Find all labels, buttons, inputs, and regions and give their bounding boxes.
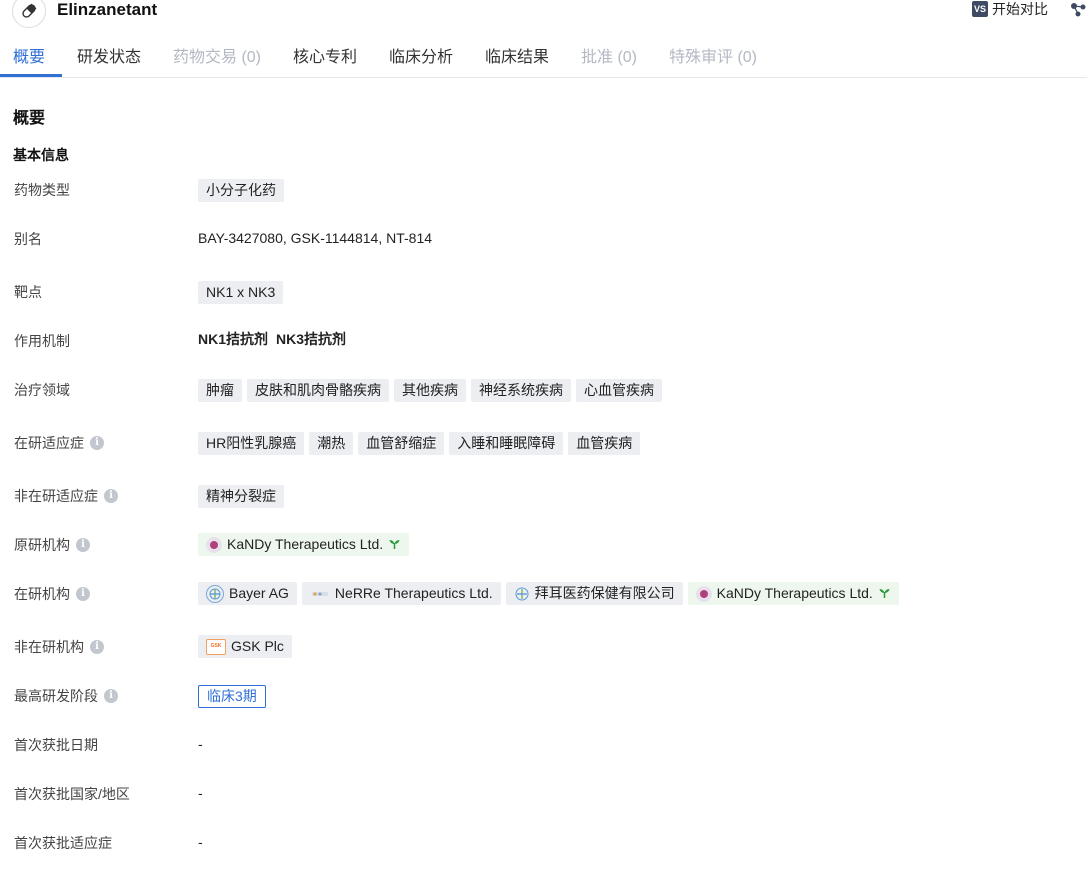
- tag[interactable]: 入睡和睡眠障碍: [449, 432, 564, 455]
- info-icon[interactable]: i: [90, 436, 104, 450]
- tag[interactable]: 精神分裂症: [198, 485, 284, 508]
- pill-icon: [12, 0, 46, 28]
- aliases-label: 别名: [14, 231, 42, 247]
- first-approval-date-value: -: [198, 736, 203, 752]
- org-tag-nerre[interactable]: NeRRe Therapeutics Ltd.: [301, 582, 501, 605]
- drug-type-label: 药物类型: [14, 182, 70, 198]
- therapeutic-area-label: 治疗领域: [14, 382, 70, 398]
- inactive-indications-label: 非在研适应症 i: [14, 487, 118, 505]
- info-icon[interactable]: i: [104, 489, 118, 503]
- tag[interactable]: 肿瘤: [198, 379, 242, 402]
- inactive-orgs-value: GSK GSK Plc: [198, 635, 292, 658]
- info-icon[interactable]: i: [104, 689, 118, 703]
- info-icon[interactable]: i: [90, 640, 104, 654]
- highest-phase-label: 最高研发阶段 i: [14, 687, 118, 705]
- tag[interactable]: 小分子化药: [198, 179, 284, 202]
- first-approval-region-label: 首次获批国家/地区: [14, 786, 130, 802]
- active-indications-value: HR阳性乳腺癌 潮热 血管舒缩症 入睡和睡眠障碍 血管疾病: [198, 432, 641, 455]
- mechanism-item[interactable]: NK3拮抗剂: [276, 329, 346, 349]
- target-label: 靶点: [14, 284, 42, 300]
- basic-info-title: 基本信息: [13, 147, 69, 163]
- therapeutic-area-value: 肿瘤 皮肤和肌肉骨骼疾病 其他疾病 神经系统疾病 心血管疾病: [198, 379, 662, 402]
- originator-value: KaNDy Therapeutics Ltd.: [198, 533, 410, 556]
- active-orgs-value: Bayer AG NeRRe Therapeutics Ltd. 拜耳医药保健有…: [198, 582, 899, 605]
- start-compare-button[interactable]: VS 开始对比: [972, 1, 1048, 17]
- drug-type-value: 小分子化药: [198, 179, 284, 202]
- tab-core-patents[interactable]: 核心专利: [293, 48, 357, 68]
- tag[interactable]: 皮肤和肌肉骨骼疾病: [247, 379, 389, 402]
- mechanism-item[interactable]: NK1拮抗剂: [198, 329, 268, 349]
- tag[interactable]: 神经系统疾病: [471, 379, 571, 402]
- sprout-icon: [388, 538, 401, 552]
- sprout-icon: [878, 587, 891, 601]
- drug-header: Elinzanetant VS 开始对比: [0, 0, 1087, 28]
- tab-deals[interactable]: 药物交易 (0): [173, 48, 261, 68]
- kandy-logo-icon: [206, 536, 222, 553]
- tag[interactable]: 血管疾病: [568, 432, 641, 455]
- tag[interactable]: 心血管疾病: [576, 379, 662, 402]
- info-icon[interactable]: i: [76, 587, 90, 601]
- tab-overview[interactable]: 概要: [13, 48, 45, 68]
- vs-icon: VS: [972, 1, 988, 17]
- aliases-value: BAY-3427080, GSK-1144814, NT-814: [198, 230, 433, 246]
- gsk-logo-icon: GSK: [206, 638, 226, 655]
- tab-special-review[interactable]: 特殊审评 (0): [669, 48, 757, 68]
- phase-tag[interactable]: 临床3期: [198, 685, 266, 708]
- network-icon[interactable]: [1070, 2, 1087, 23]
- inactive-orgs-label: 非在研机构 i: [14, 638, 104, 656]
- bayer-logo-icon: [206, 584, 224, 603]
- target-tag[interactable]: NK1 x NK3: [198, 281, 284, 304]
- kandy-logo-icon: [695, 585, 712, 602]
- drug-title: Elinzanetant: [57, 0, 158, 19]
- mechanism-label: 作用机制: [14, 333, 70, 349]
- org-tag-kandy[interactable]: KaNDy Therapeutics Ltd.: [687, 582, 899, 605]
- bayer-logo-icon: [514, 586, 530, 602]
- first-approval-date-label: 首次获批日期: [14, 737, 98, 753]
- active-indications-label: 在研适应症 i: [14, 434, 104, 452]
- tab-clinical-analysis[interactable]: 临床分析: [389, 48, 453, 68]
- first-approval-indication-value: -: [198, 834, 203, 850]
- tag[interactable]: HR阳性乳腺癌: [198, 432, 305, 455]
- tab-approvals[interactable]: 批准 (0): [581, 48, 637, 68]
- nerre-logo-icon: [310, 586, 330, 602]
- tab-rd-status[interactable]: 研发状态: [77, 48, 141, 68]
- org-tag-kandy[interactable]: KaNDy Therapeutics Ltd.: [198, 533, 410, 556]
- info-icon[interactable]: i: [76, 538, 90, 552]
- compare-label: 开始对比: [992, 1, 1048, 17]
- target-value: NK1 x NK3: [198, 281, 284, 304]
- inactive-indications-value: 精神分裂症: [198, 485, 284, 508]
- org-tag-bayer-healthcare[interactable]: 拜耳医药保健有限公司: [505, 582, 683, 605]
- originator-label: 原研机构 i: [14, 536, 90, 554]
- org-tag-bayer[interactable]: Bayer AG: [198, 582, 297, 605]
- mechanism-value: NK1拮抗剂 NK3拮抗剂: [198, 329, 346, 349]
- tab-bar: 概要 研发状态 药物交易 (0) 核心专利 临床分析 临床结果 批准 (0) 特…: [0, 38, 1087, 78]
- tag[interactable]: 潮热: [309, 432, 354, 455]
- tab-clinical-results[interactable]: 临床结果: [485, 48, 549, 68]
- first-approval-region-value: -: [198, 785, 203, 801]
- tag[interactable]: 血管舒缩症: [358, 432, 445, 455]
- active-orgs-label: 在研机构 i: [14, 585, 90, 603]
- highest-phase-value: 临床3期: [198, 685, 266, 708]
- active-tab-indicator: [0, 74, 62, 77]
- section-title: 概要: [13, 110, 46, 127]
- tag[interactable]: 其他疾病: [394, 379, 466, 402]
- org-tag-gsk[interactable]: GSK GSK Plc: [198, 635, 292, 658]
- first-approval-indication-label: 首次获批适应症: [14, 835, 112, 851]
